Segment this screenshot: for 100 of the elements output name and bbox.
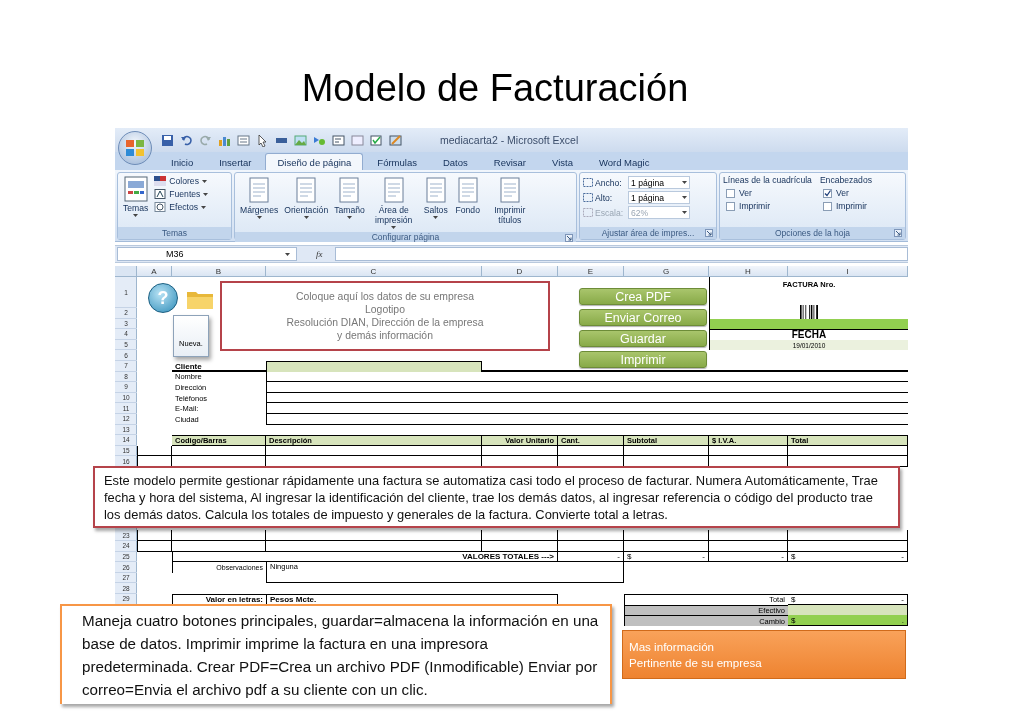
caret-icon <box>682 181 687 184</box>
currency-sign: $ <box>791 551 796 561</box>
theme-icon <box>123 176 148 202</box>
circle-icon <box>154 202 167 212</box>
checkbox[interactable] <box>726 188 735 198</box>
form-icon[interactable] <box>237 133 250 147</box>
checkbox-label[interactable]: Imprimir <box>739 201 771 211</box>
banner-text: Pertinente de su empresa <box>629 654 763 671</box>
checkbox-label[interactable]: Imprimir <box>835 201 867 211</box>
column-header[interactable]: C <box>266 266 482 277</box>
caret-icon <box>201 205 206 209</box>
ribbon-button[interactable]: Tamaño <box>332 175 367 220</box>
ribbon-tab[interactable]: Word Magic <box>586 153 662 170</box>
pointer-icon[interactable] <box>256 133 269 147</box>
table-cell: - <box>558 551 624 563</box>
checkbox[interactable] <box>822 201 832 211</box>
group-heading: Líneas de la cuadrícula <box>723 175 812 185</box>
office-logo-icon <box>125 139 145 157</box>
info-text: Logotipo <box>365 303 405 316</box>
ribbon-button[interactable]: Temas <box>121 175 151 218</box>
window-title: mediacarta2 - Microsoft Excel <box>440 134 579 146</box>
amount-text: - <box>702 551 705 561</box>
group-label: Ajustar área de impres... <box>601 228 695 238</box>
field-label: Alto: <box>595 192 613 203</box>
column-header[interactable]: H <box>709 266 788 277</box>
table-cell: FECHA <box>709 329 908 340</box>
launcher-icon[interactable] <box>705 229 713 237</box>
amount-text: - <box>901 551 904 561</box>
dropdown-field[interactable]: 1 página <box>628 191 690 204</box>
table-cell <box>558 541 624 552</box>
field-label: Escala: <box>595 207 624 218</box>
undo-icon[interactable] <box>180 133 193 147</box>
table-cell-text: Cliente <box>174 360 203 372</box>
caret-icon <box>256 216 262 219</box>
caret-icon <box>682 211 687 214</box>
picture-icon[interactable] <box>294 133 307 147</box>
ribbon-button[interactable]: Saltos <box>420 175 451 220</box>
app-menu-button[interactable] <box>118 131 152 165</box>
ribbon-tab[interactable]: Diseño de página <box>265 153 364 170</box>
column-header[interactable]: E <box>558 266 624 277</box>
swatch-icon <box>154 176 167 186</box>
ribbon-button[interactable]: Colores <box>152 175 211 187</box>
checkbox-label[interactable]: Ver <box>835 188 849 198</box>
ribbon-tab[interactable]: Insertar <box>207 153 264 170</box>
ribbon-tab[interactable]: Fórmulas <box>365 153 429 170</box>
column-header[interactable]: G <box>624 266 709 277</box>
info-text: Coloque aquí los datos de su empresa <box>296 290 474 303</box>
pen-icon[interactable] <box>389 133 402 147</box>
currency-sign: $ <box>791 594 796 604</box>
ribbon-button[interactable]: Fondo <box>452 175 483 216</box>
caret-icon <box>682 196 687 199</box>
ribbon-button[interactable]: Efectos <box>152 201 211 213</box>
group-heading: Encabezados <box>819 175 872 185</box>
caret-icon <box>203 192 209 196</box>
table-cell <box>137 541 172 552</box>
launcher-icon[interactable] <box>565 234 573 242</box>
ribbon-button[interactable]: Márgenes <box>238 175 281 220</box>
ribbon-tab[interactable]: Vista <box>540 153 585 170</box>
select-all-button[interactable] <box>115 266 137 277</box>
amount-text: - <box>901 594 904 604</box>
redo-icon[interactable] <box>199 133 212 147</box>
ribbon-tab[interactable]: Inicio <box>159 153 206 170</box>
checkbox[interactable] <box>726 201 735 211</box>
ribbon-button[interactable]: Imprimir títulos <box>484 175 535 226</box>
ribbon-button[interactable]: Fuentes <box>152 188 211 200</box>
checkbox-icon[interactable] <box>370 133 383 147</box>
table-cell: - <box>709 551 788 563</box>
frame-icon[interactable] <box>351 133 364 147</box>
checkbox[interactable] <box>822 188 832 198</box>
textbox-icon[interactable] <box>332 133 345 147</box>
caret-icon <box>201 179 207 183</box>
function-button[interactable]: fx <box>312 249 327 259</box>
save-icon[interactable] <box>161 133 174 147</box>
caret-icon <box>433 216 439 219</box>
square-icon <box>154 189 167 199</box>
field-label: Ancho: <box>595 177 622 188</box>
ribbon-button[interactable]: Orientación <box>282 175 331 220</box>
name-box[interactable]: M36 <box>117 247 297 261</box>
table-cell <box>137 445 172 457</box>
callout: Este modelo permite gestionar rápidamente una factura se automatiza casi todo el proceso de facturar. Numera Automáticamente, Trae fecha y hora del sistema, Al ingresar la identificación del cliente, trae los demás datos, al ingresar referencia o código del producto trae los demás datos. Calcula los totales de impuesto y generales de la factura. Convierte total a letras. <box>93 466 900 528</box>
info-text: y demás información <box>337 329 433 342</box>
checkbox-label[interactable]: Ver <box>739 188 752 198</box>
caret-icon <box>285 252 290 256</box>
table-cell: VALORES TOTALES ---> <box>172 551 558 563</box>
currency-sign: $ <box>627 551 632 561</box>
currency-sign: $ <box>791 615 796 625</box>
slide-title: Modelo de Facturación <box>301 66 689 111</box>
ribbon-tab[interactable]: Revisar <box>481 153 538 170</box>
caret-icon <box>346 216 352 219</box>
column-header[interactable]: B <box>172 266 266 277</box>
column-header[interactable]: I <box>788 266 908 277</box>
launcher-icon[interactable] <box>894 229 902 237</box>
dropdown-field[interactable]: 1 página <box>628 176 690 189</box>
amount-text: . <box>901 615 904 625</box>
ribbon-tab[interactable]: Datos <box>430 153 480 170</box>
column-header[interactable]: A <box>137 266 172 277</box>
formula-field[interactable] <box>334 247 908 261</box>
table-cell <box>137 530 172 542</box>
column-header[interactable]: D <box>482 266 558 277</box>
ribbon-button[interactable]: Área de impresión <box>368 175 419 230</box>
